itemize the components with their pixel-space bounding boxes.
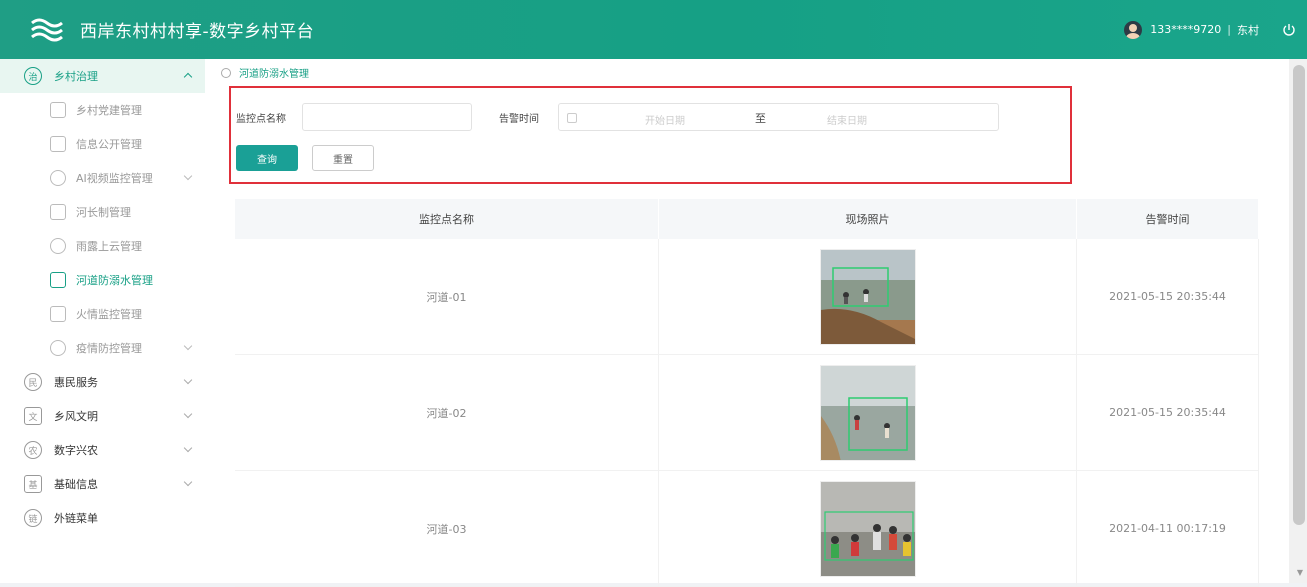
breadcrumb: 河道防溺水管理 — [221, 65, 309, 80]
chevron-down-icon — [183, 409, 193, 419]
scene-photo[interactable] — [819, 364, 916, 461]
user-phone[interactable]: 133****9720 — [1150, 23, 1221, 36]
chevron-down-icon — [183, 477, 193, 487]
flag-icon — [50, 102, 66, 118]
sidebar-item-drowning-prevention[interactable]: 河道防溺水管理 — [0, 263, 205, 297]
scroll-down-icon[interactable]: ▼ — [1297, 568, 1303, 577]
chevron-down-icon — [183, 341, 193, 351]
sidebar-group-rural-governance[interactable]: 治 乡村治理 — [0, 59, 205, 93]
app-title: 西岸东村村村享-数字乡村平台 — [80, 22, 315, 42]
sidebar-group-label: 乡村治理 — [54, 70, 98, 83]
table-row: 河道-01 2021-05-15 20:35:44 — [235, 239, 1259, 355]
swimmer-icon — [50, 272, 66, 288]
sidebar-item-river-chief[interactable]: 河长制管理 — [0, 195, 205, 229]
sidebar-group-label: 数字兴农 — [54, 444, 98, 457]
village-name[interactable]: 东村 — [1237, 22, 1259, 38]
search-panel: 监控点名称 告警时间 开始日期 至 结束日期 查询 重置 — [229, 86, 1072, 184]
sidebar-group-digital-agri[interactable]: 农 数字兴农 — [0, 433, 205, 467]
cloud-icon — [50, 238, 66, 254]
sidebar-item-label: 雨露上云管理 — [76, 240, 142, 253]
avatar[interactable] — [1124, 20, 1143, 39]
sidebar-item-label: 疫情防控管理 — [76, 342, 142, 355]
range-separator: 至 — [755, 112, 766, 125]
fire-icon — [50, 306, 66, 322]
scroll-thumb[interactable] — [1293, 65, 1305, 525]
sidebar-group-label: 乡风文明 — [54, 410, 98, 423]
alarm-time-label: 告警时间 — [499, 114, 539, 125]
cell-photo — [659, 355, 1077, 470]
table-row: 河道-03 2021-04-11 00:17:19 — [235, 471, 1259, 587]
alarm-table: 监控点名称 现场照片 告警时间 河道-01 2021-05-15 20:35:4… — [235, 199, 1259, 587]
river-icon — [50, 204, 66, 220]
breadcrumb-current[interactable]: 河道防溺水管理 — [239, 65, 309, 80]
table-row: 河道-02 2021-05-15 20:35:44 — [235, 355, 1259, 471]
camera-icon — [50, 170, 66, 186]
sidebar-group-basic-info[interactable]: 基 基础信息 — [0, 467, 205, 501]
scene-photo[interactable] — [819, 248, 916, 345]
sidebar-item-cloud[interactable]: 雨露上云管理 — [0, 229, 205, 263]
sidebar-item-label: 河道防溺水管理 — [76, 274, 153, 287]
sidebar-item-label: AI视频监控管理 — [76, 172, 153, 185]
sidebar-group-external-links[interactable]: 链 外链菜单 — [0, 501, 205, 535]
waves-logo-icon — [28, 11, 66, 49]
cell-photo — [659, 239, 1077, 354]
start-date-input[interactable]: 开始日期 — [645, 112, 685, 127]
column-header-time: 告警时间 — [1077, 199, 1259, 239]
info-icon: 基 — [24, 475, 42, 493]
location-icon — [221, 67, 231, 78]
document-icon — [50, 136, 66, 152]
sidebar-item-ai-video[interactable]: AI视频监控管理 — [0, 161, 205, 195]
sidebar-group-label: 基础信息 — [54, 478, 98, 491]
cell-monitor-name: 河道-03 — [235, 471, 659, 586]
column-header-photo: 现场照片 — [659, 199, 1077, 239]
main-content: 河道防溺水管理 监控点名称 告警时间 开始日期 至 结束日期 查询 重置 监控点… — [205, 59, 1289, 587]
sidebar-item-label: 河长制管理 — [76, 206, 131, 219]
monitor-name-input[interactable] — [302, 103, 472, 131]
service-icon: 民 — [24, 373, 42, 391]
link-icon: 链 — [24, 509, 42, 527]
sidebar-item-epidemic[interactable]: 疫情防控管理 — [0, 331, 205, 365]
scene-photo[interactable] — [819, 480, 916, 577]
sidebar: 治 乡村治理 乡村党建管理 信息公开管理 AI视频监控管理 河长制管理 雨露上云… — [0, 59, 205, 583]
calendar-icon — [567, 113, 577, 123]
column-header-name: 监控点名称 — [235, 199, 659, 239]
reset-button[interactable]: 重置 — [312, 145, 374, 171]
sidebar-item-party-building[interactable]: 乡村党建管理 — [0, 93, 205, 127]
governance-icon: 治 — [24, 67, 42, 85]
date-range-picker[interactable]: 开始日期 至 结束日期 — [558, 103, 999, 131]
cell-monitor-name: 河道-02 — [235, 355, 659, 470]
sidebar-group-public-service[interactable]: 民 惠民服务 — [0, 365, 205, 399]
end-date-input[interactable]: 结束日期 — [827, 112, 867, 127]
user-area: 133****9720 | 东村 — [1124, 0, 1297, 59]
sidebar-item-info-public[interactable]: 信息公开管理 — [0, 127, 205, 161]
chevron-down-icon — [183, 375, 193, 385]
table-header: 监控点名称 现场照片 告警时间 — [235, 199, 1259, 239]
chevron-down-icon — [183, 443, 193, 453]
plant-icon: 农 — [24, 441, 42, 459]
book-icon: 文 — [24, 407, 42, 425]
scrollbar[interactable]: ▼ — [1289, 59, 1307, 583]
sidebar-group-label: 惠民服务 — [54, 376, 98, 389]
chevron-up-icon — [183, 72, 193, 82]
cell-monitor-name: 河道-01 — [235, 239, 659, 354]
monitor-name-label: 监控点名称 — [236, 114, 286, 125]
cell-alarm-time: 2021-05-15 20:35:44 — [1077, 239, 1259, 354]
query-button[interactable]: 查询 — [236, 145, 298, 171]
sidebar-item-label: 乡村党建管理 — [76, 104, 142, 117]
sidebar-group-civilization[interactable]: 文 乡风文明 — [0, 399, 205, 433]
cell-photo — [659, 471, 1077, 586]
separator: | — [1227, 23, 1231, 36]
cell-alarm-time: 2021-04-11 00:17:19 — [1077, 471, 1259, 586]
power-icon[interactable] — [1281, 22, 1297, 38]
top-header: 西岸东村村村享-数字乡村平台 133****9720 | 东村 — [0, 0, 1307, 59]
sidebar-item-label: 信息公开管理 — [76, 138, 142, 151]
sidebar-item-fire[interactable]: 火情监控管理 — [0, 297, 205, 331]
virus-icon — [50, 340, 66, 356]
chevron-down-icon — [183, 171, 193, 181]
cell-alarm-time: 2021-05-15 20:35:44 — [1077, 355, 1259, 470]
sidebar-item-label: 火情监控管理 — [76, 308, 142, 321]
sidebar-group-label: 外链菜单 — [54, 512, 98, 525]
